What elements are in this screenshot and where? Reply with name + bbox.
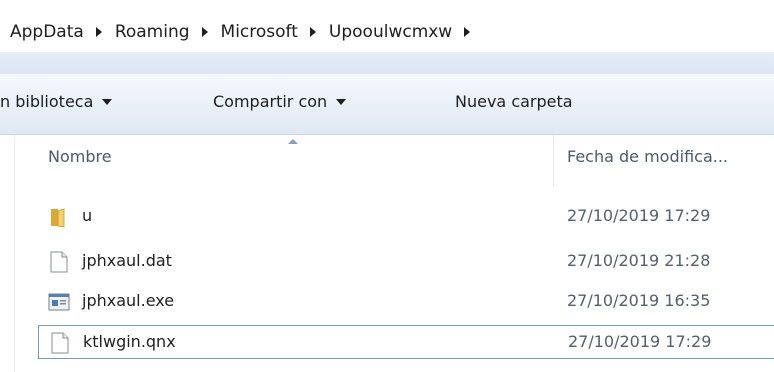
command-toolbar: n biblioteca Compartir con Nueva carpeta bbox=[0, 74, 774, 135]
file-name: u bbox=[82, 206, 93, 225]
breadcrumb: AppData Roaming Microsoft Upooulwcmxw bbox=[8, 20, 481, 44]
address-bar-gradient bbox=[0, 52, 774, 74]
file-date: 27/10/2019 17:29 bbox=[568, 332, 712, 351]
include-in-library-label: n biblioteca bbox=[0, 92, 94, 111]
breadcrumb-arrow-icon[interactable] bbox=[95, 27, 102, 37]
file-name: jphxaul.exe bbox=[82, 291, 175, 310]
include-in-library-button[interactable]: n biblioteca bbox=[0, 92, 113, 111]
folder-icon bbox=[51, 208, 65, 228]
file-name: jphxaul.dat bbox=[82, 251, 172, 270]
breadcrumb-item-upooulwcmxw[interactable]: Upooulwcmxw bbox=[327, 22, 454, 42]
breadcrumb-arrow-icon[interactable] bbox=[201, 27, 208, 37]
share-with-label: Compartir con bbox=[213, 92, 328, 111]
executable-icon bbox=[48, 293, 70, 311]
list-item[interactable]: ktlwgin.qnx 27/10/2019 17:29 bbox=[38, 325, 774, 359]
file-name: ktlwgin.qnx bbox=[83, 332, 176, 351]
document-icon bbox=[51, 332, 69, 354]
sort-ascending-icon bbox=[288, 139, 298, 144]
document-icon bbox=[50, 251, 68, 273]
address-bar[interactable]: AppData Roaming Microsoft Upooulwcmxw bbox=[0, 0, 774, 53]
share-with-button[interactable]: Compartir con bbox=[213, 92, 347, 111]
breadcrumb-item-appdata[interactable]: AppData bbox=[8, 22, 86, 42]
column-header-name[interactable]: Nombre bbox=[48, 147, 112, 166]
breadcrumb-arrow-icon[interactable] bbox=[309, 27, 316, 37]
chevron-down-icon bbox=[336, 98, 347, 105]
chevron-down-icon bbox=[102, 98, 113, 105]
file-date: 27/10/2019 16:35 bbox=[567, 291, 711, 310]
breadcrumb-item-microsoft[interactable]: Microsoft bbox=[219, 22, 300, 42]
list-item[interactable]: u 27/10/2019 17:29 bbox=[38, 200, 774, 234]
file-date: 27/10/2019 21:28 bbox=[567, 251, 711, 270]
list-item[interactable]: jphxaul.exe 27/10/2019 16:35 bbox=[38, 285, 774, 319]
file-date: 27/10/2019 17:29 bbox=[567, 206, 711, 225]
column-header-date-modified[interactable]: Fecha de modifica... bbox=[567, 147, 728, 166]
column-divider[interactable] bbox=[553, 135, 554, 187]
list-item[interactable]: jphxaul.dat 27/10/2019 21:28 bbox=[38, 245, 774, 279]
breadcrumb-item-roaming[interactable]: Roaming bbox=[113, 22, 192, 42]
new-folder-button[interactable]: Nueva carpeta bbox=[455, 92, 573, 111]
breadcrumb-arrow-icon[interactable] bbox=[464, 27, 471, 37]
new-folder-label: Nueva carpeta bbox=[455, 92, 573, 111]
navigation-pane-divider[interactable] bbox=[14, 135, 15, 372]
